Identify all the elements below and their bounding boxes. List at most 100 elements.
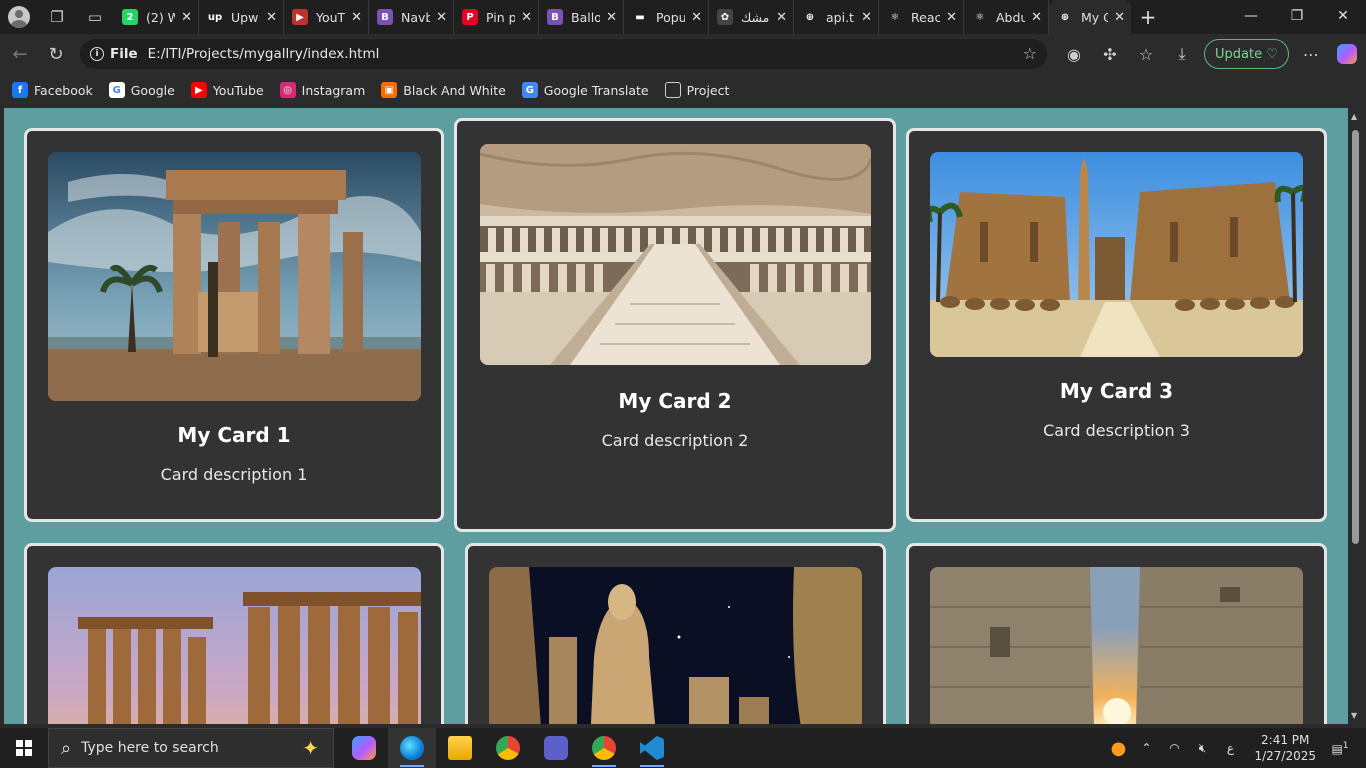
site-info-icon[interactable]: i xyxy=(90,47,104,61)
tab-2[interactable]: up Upw ✕ xyxy=(199,0,284,34)
close-tab-icon[interactable]: ✕ xyxy=(946,10,957,25)
favorite-star-icon[interactable]: ☆ xyxy=(1023,44,1037,63)
close-tab-icon[interactable]: ✕ xyxy=(436,10,447,25)
tab-title: مشك xyxy=(741,9,770,25)
close-tab-icon[interactable]: ✕ xyxy=(606,10,617,25)
scroll-up-icon[interactable]: ▲ xyxy=(1351,112,1357,121)
close-tab-icon[interactable]: ✕ xyxy=(861,10,872,25)
close-tab-icon[interactable]: ✕ xyxy=(776,10,787,25)
whatsapp-icon: 2 xyxy=(122,9,138,25)
tab-title: (2) W xyxy=(146,9,176,25)
translate-icon: G xyxy=(521,82,538,98)
tab-title: Popu xyxy=(656,9,686,25)
file-explorer-app[interactable] xyxy=(436,728,484,768)
favorite-youtube[interactable]: ▶ YouTube xyxy=(190,82,264,98)
folder-icon xyxy=(448,736,472,760)
pinterest-icon: P xyxy=(462,9,478,25)
scroll-down-icon[interactable]: ▼ xyxy=(1351,711,1357,720)
copilot-app[interactable] xyxy=(340,728,388,768)
card-5 xyxy=(465,543,886,724)
new-tab-button[interactable]: + xyxy=(1131,5,1165,29)
tab-8[interactable]: ✿ مشك ✕ xyxy=(709,0,794,34)
tab-1[interactable]: 2 (2) W ✕ xyxy=(114,0,199,34)
clock-time: 2:41 PM xyxy=(1261,733,1310,747)
taskbar-search[interactable]: ⌕ Type here to search ✦ xyxy=(48,728,334,768)
tab-title: Ballo xyxy=(571,9,601,25)
favorite-folder[interactable]: Project xyxy=(664,82,729,98)
close-tab-icon[interactable]: ✕ xyxy=(521,10,532,25)
facebook-icon: f xyxy=(12,82,28,98)
copilot-button[interactable] xyxy=(1329,36,1365,72)
tab-title: Reac xyxy=(911,9,941,25)
tab-5[interactable]: P Pin p ✕ xyxy=(454,0,539,34)
language-indicator[interactable]: ع xyxy=(1218,741,1242,755)
card-2-image xyxy=(480,144,871,365)
minimize-button[interactable]: — xyxy=(1228,0,1274,32)
close-tab-icon[interactable]: ✕ xyxy=(266,10,277,25)
close-window-button[interactable]: ✕ xyxy=(1320,0,1366,32)
search-placeholder: Type here to search xyxy=(81,740,219,756)
close-tab-icon[interactable]: ✕ xyxy=(351,10,362,25)
clock[interactable]: 2:41 PM 1/27/2025 xyxy=(1254,732,1316,764)
favorites-icon[interactable]: ☆ xyxy=(1128,36,1164,72)
chrome-profile-app[interactable] xyxy=(580,728,628,768)
tab-6[interactable]: B Ballo ✕ xyxy=(539,0,624,34)
close-tab-icon[interactable]: ✕ xyxy=(1031,10,1042,25)
restore-button[interactable]: ❐ xyxy=(1274,0,1320,32)
extensions-icon[interactable]: ✣ xyxy=(1092,36,1128,72)
page-scrollbar[interactable]: ▲ ▼ xyxy=(1348,108,1362,724)
edge-app[interactable] xyxy=(388,728,436,768)
volume-muted-icon[interactable]: 🔇︎ xyxy=(1190,741,1214,756)
downloads-icon[interactable]: ⤓ xyxy=(1164,36,1200,72)
tab-12[interactable]: ⊕ My C ✕ xyxy=(1049,0,1131,34)
chrome-app[interactable] xyxy=(484,728,532,768)
tab-11[interactable]: ⚛ Abdu ✕ xyxy=(964,0,1049,34)
close-tab-icon[interactable]: ✕ xyxy=(181,10,192,25)
chevron-up-icon[interactable]: ⌃ xyxy=(1134,741,1158,755)
back-button[interactable]: ← xyxy=(2,36,38,72)
scrollbar-thumb[interactable] xyxy=(1352,130,1359,544)
weather-icon[interactable]: ● xyxy=(1106,738,1130,759)
favorite-bw[interactable]: ▣ Black And White xyxy=(381,82,506,98)
tab-10[interactable]: ⚛ Reac ✕ xyxy=(879,0,964,34)
update-button[interactable]: Update ♡ xyxy=(1204,39,1289,69)
card-5-image xyxy=(489,567,862,724)
notification-count: 1 xyxy=(1342,740,1349,751)
favorite-label: Black And White xyxy=(403,82,506,98)
system-tray: ● ⌃ ◠ 🔇︎ ع 2:41 PM 1/27/2025 ▤1 xyxy=(1104,728,1366,768)
favorite-label: YouTube xyxy=(212,82,264,98)
start-button[interactable] xyxy=(0,728,48,768)
edge-icon xyxy=(400,736,424,760)
favorite-google[interactable]: G Google xyxy=(108,82,175,98)
address-bar[interactable]: i File E:/ITI/Projects/mygallry/index.ht… xyxy=(80,39,1047,69)
address-url: E:/ITI/Projects/mygallry/index.html xyxy=(147,46,380,62)
card-6-image xyxy=(930,567,1303,724)
close-tab-icon[interactable]: ✕ xyxy=(1114,10,1125,25)
vscode-app[interactable] xyxy=(628,728,676,768)
reload-button[interactable]: ↻ xyxy=(38,36,74,72)
favorite-instagram[interactable]: ◎ Instagram xyxy=(279,82,365,98)
browser-window: ❐ ▭ 2 (2) W ✕ up Upw ✕ ▶ YouT ✕ B Navb ✕ P Pin p ✕ B Bal… xyxy=(0,0,1366,728)
tab-4[interactable]: B Navb ✕ xyxy=(369,0,454,34)
sparkle-icon: ✦ xyxy=(302,736,319,760)
card-1-title: My Card 1 xyxy=(177,423,291,447)
youtube-icon: ▶ xyxy=(190,82,207,98)
workspaces-icon[interactable]: ❐ xyxy=(38,0,76,34)
tab-3[interactable]: ▶ YouT ✕ xyxy=(284,0,369,34)
folder-icon xyxy=(664,82,681,98)
favorite-translate[interactable]: G Google Translate xyxy=(521,82,649,98)
close-tab-icon[interactable]: ✕ xyxy=(691,10,702,25)
wifi-icon[interactable]: ◠ xyxy=(1162,741,1186,755)
tab-9[interactable]: ⊕ api.t ✕ xyxy=(794,0,879,34)
more-menu-icon[interactable]: ⋯ xyxy=(1293,36,1329,72)
teams-app[interactable] xyxy=(532,728,580,768)
tracking-icon[interactable]: ◉ xyxy=(1056,36,1092,72)
bw-icon: ▣ xyxy=(381,82,398,98)
favorite-facebook[interactable]: f Facebook xyxy=(12,82,93,98)
card-3-title: My Card 3 xyxy=(1059,379,1174,403)
profile-button[interactable] xyxy=(0,0,38,34)
youtube-icon: ▶ xyxy=(292,9,308,25)
notifications-icon[interactable]: ▤1 xyxy=(1328,741,1352,756)
tab-7[interactable]: ▬ Popu ✕ xyxy=(624,0,709,34)
tab-actions-icon[interactable]: ▭ xyxy=(76,0,114,34)
